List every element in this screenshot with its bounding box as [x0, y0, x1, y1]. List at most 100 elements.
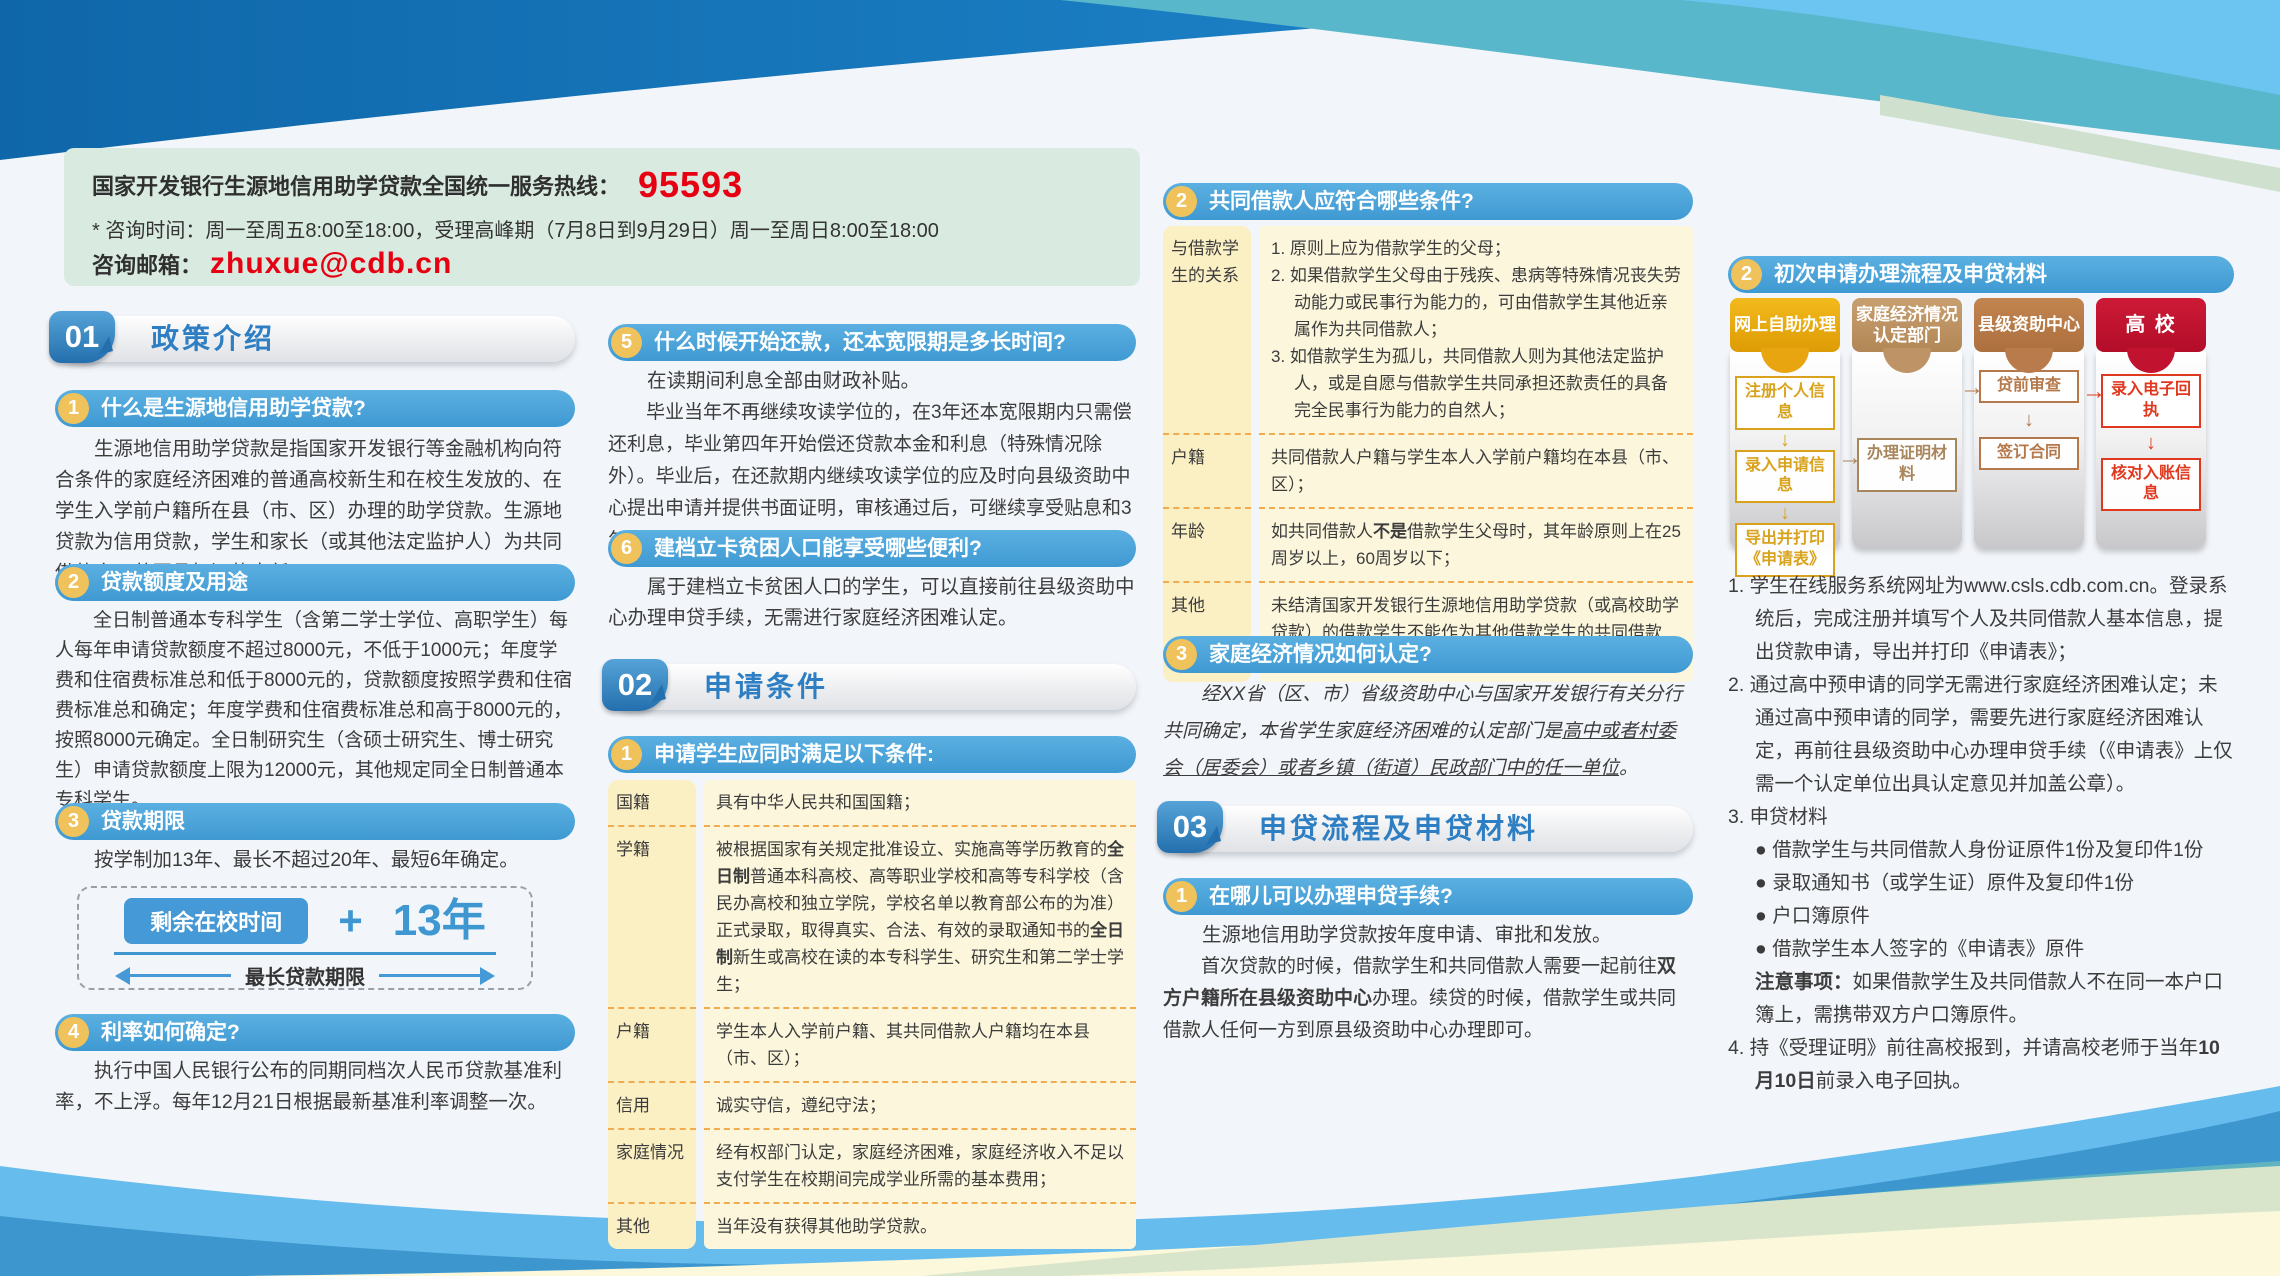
flow-track-family-dept: 家庭经济情况认定部门 办理证明材料	[1852, 298, 1962, 548]
question-header-what-is-loan: 1 什么是生源地信用助学贷款?	[55, 390, 575, 427]
section-title-policy: 政策介绍	[151, 316, 275, 362]
bullet-item: ● 录取通知书（或学生证）原件及复印件1份	[1728, 867, 2234, 900]
flow-step: 录入申请信息	[1735, 450, 1835, 504]
arrow-down-icon: ↓	[2146, 428, 2156, 458]
list-item-3-title: 3. 申贷材料	[1728, 801, 2234, 834]
table-row: 其他当年没有获得其他助学贷款。	[608, 1204, 1136, 1249]
question-title: 什么是生源地信用助学贷款?	[101, 397, 366, 420]
question-title: 初次申请办理流程及申贷材料	[1774, 263, 2047, 286]
row-label: 其他	[608, 1204, 696, 1249]
arrow-down-icon: ↓	[1780, 503, 1790, 523]
row-label: 国籍	[608, 780, 696, 827]
question-title: 贷款额度及用途	[101, 571, 248, 594]
number-circle: 6	[611, 533, 642, 564]
bullet-item: ● 户口簿原件	[1728, 900, 2234, 933]
number-circle: 4	[58, 1017, 89, 1048]
row-label: 家庭情况	[608, 1130, 696, 1204]
row-label: 年龄	[1163, 509, 1251, 583]
table-row: 家庭情况经有权部门认定，家庭经济困难，家庭经济收入不足以支付学生在校期间完成学业…	[608, 1130, 1136, 1204]
row-label: 信用	[608, 1083, 696, 1130]
hotline-hours: * 咨询时间：周一至周五8:00至18:00，受理高峰期（7月8日到9月29日）…	[92, 214, 1112, 243]
section-header-policy: 01 政策介绍	[55, 316, 575, 362]
flow-step: 办理证明材料	[1857, 438, 1957, 492]
bullet-item: ● 借款学生与共同借款人身份证原件1份及复印件1份	[1728, 834, 2234, 867]
row-value: 1. 原则上应为借款学生的父母； 2. 如果借款学生父母由于残疾、患病等特殊情况…	[1259, 226, 1693, 435]
axis-line	[130, 974, 231, 977]
question-header-loan-amount: 2 贷款额度及用途	[55, 564, 575, 601]
section-title-process: 申贷流程及申贷材料	[1259, 806, 1538, 852]
arrow-left-icon	[106, 967, 130, 985]
application-materials-list: 1. 学生在线服务系统网址为www.csls.cdb.com.cn。登录系统后，…	[1728, 570, 2234, 1098]
arrow-right-icon: →	[2082, 382, 2106, 402]
remaining-school-time-chip: 剩余在校时间	[124, 898, 308, 944]
number-circle: 2	[58, 567, 89, 598]
flow-step: 导出并打印《申请表》	[1735, 523, 1835, 577]
flow-track-header: 县级资助中心	[1974, 298, 2084, 352]
max-term-label: 最长贷款期限	[245, 961, 365, 990]
list-item: 1. 原则上应为借款学生的父母；	[1271, 235, 1681, 262]
question-header-student-conditions: 1 申请学生应同时满足以下条件:	[608, 736, 1136, 773]
paragraph-interest-subsidy: 在读期间利息全部由财政补贴。	[608, 366, 1136, 397]
flow-step: 注册个人信息	[1735, 376, 1835, 430]
row-label: 户籍	[608, 1009, 696, 1083]
section-badge-03: 03	[1157, 801, 1223, 853]
number-circle: 5	[611, 327, 642, 358]
email-label: 咨询邮箱：	[92, 248, 202, 280]
question-header-poverty-card: 6 建档立卡贫困人口能享受哪些便利?	[608, 530, 1136, 567]
row-label: 户籍	[1163, 435, 1251, 509]
thirteen-years-value: 13年	[393, 899, 486, 943]
question-title: 什么时候开始还款，还本宽限期是多长时间?	[654, 331, 1066, 354]
question-header-loan-term: 3 贷款期限	[55, 803, 575, 840]
question-title: 贷款期限	[101, 810, 185, 833]
coborrower-conditions-table: 与借款学生的关系 1. 原则上应为借款学生的父母； 2. 如果借款学生父母由于残…	[1163, 226, 1693, 682]
number-circle: 2	[1731, 259, 1762, 290]
table-row: 学籍被根据国家有关规定批准设立、实施高等学历教育的全日制普通本科高校、高等职业学…	[608, 827, 1136, 1009]
section-badge-02: 02	[602, 659, 668, 711]
contact-info-box: 国家开发银行生源地信用助学贷款全国统一服务热线： 95593 * 咨询时间：周一…	[64, 148, 1140, 286]
paragraph-interest-rate: 执行中国人民银行公布的同期同档次人民币贷款基准利率，不上浮。每年12月21日根据…	[55, 1056, 575, 1118]
question-title: 利率如何确定?	[101, 1021, 240, 1044]
question-title: 建档立卡贫困人口能享受哪些便利?	[654, 537, 982, 560]
list-item-2: 2. 通过高中预申请的同学无需进行家庭经济困难认定；未通过高中预申请的同学，需要…	[1728, 669, 2234, 801]
number-circle: 2	[1166, 186, 1197, 217]
flow-track-header: 家庭经济情况认定部门	[1852, 298, 1962, 352]
arrow-right-icon	[480, 967, 504, 985]
list-item-4: 4. 持《受理证明》前往高校报到，并请高校老师于当年10月10日前录入电子回执。	[1728, 1032, 2234, 1098]
question-title: 家庭经济情况如何认定?	[1209, 643, 1432, 666]
question-title: 申请学生应同时满足以下条件:	[654, 743, 934, 766]
paragraph-family-assessment: 经XX省（区、市）省级资助中心与国家开发银行有关分行共同确定，本省学生家庭经济困…	[1163, 676, 1693, 787]
flow-step: 签订合同	[1979, 437, 2079, 470]
table-row: 信用诚实守信，遵纪守法；	[608, 1083, 1136, 1130]
arrow-down-icon: ↓	[2024, 403, 2034, 437]
axis-line	[379, 974, 480, 977]
paragraph-annual-application: 生源地信用助学贷款按年度申请、审批和发放。	[1163, 920, 1693, 951]
arrow-right-icon: →	[1960, 378, 1984, 398]
number-circle: 3	[1166, 639, 1197, 670]
plus-sign: +	[338, 900, 363, 942]
question-header-first-application-flow: 2 初次申请办理流程及申贷材料	[1728, 256, 2234, 293]
note-text: 注意事项：如果借款学生及共同借款人不在同一本户口簿上，需携带双方户口簿原件。	[1728, 966, 2234, 1032]
number-circle: 1	[58, 393, 89, 424]
max-term-axis: 最长贷款期限	[106, 961, 505, 990]
question-header-repayment-start: 5 什么时候开始还款，还本宽限期是多长时间?	[608, 324, 1136, 361]
question-title: 共同借款人应符合哪些条件?	[1209, 190, 1474, 213]
table-row: 户籍共同借款人户籍与学生本人入学前户籍均在本县（市、区）；	[1163, 435, 1693, 509]
paragraph-poverty-card: 属于建档立卡贫困人口的学生，可以直接前往县级资助中心办理申贷手续，无需进行家庭经…	[608, 572, 1136, 634]
question-header-family-assessment: 3 家庭经济情况如何认定?	[1163, 636, 1693, 673]
table-row: 户籍学生本人入学前户籍、其共同借款人户籍均在本县（市、区）；	[608, 1009, 1136, 1083]
paragraph-first-loan: 首次贷款的时候，借款学生和共同借款人需要一起前往双方户籍所在县级资助中心办理。续…	[1163, 951, 1693, 1047]
list-item: 3. 如借款学生为孤儿，共同借款人则为其他法定监护人，或是自愿与借款学生共同承担…	[1271, 343, 1681, 424]
number-circle: 3	[58, 806, 89, 837]
bullet-item: ● 借款学生本人签字的《申请表》原件	[1728, 933, 2234, 966]
row-value: 共同借款人户籍与学生本人入学前户籍均在本县（市、区）；	[1259, 435, 1693, 509]
section-header-conditions: 02 申请条件	[608, 664, 1136, 710]
row-label: 与借款学生的关系	[1163, 226, 1251, 435]
flow-track-header: 高 校	[2096, 298, 2206, 352]
row-value: 如共同借款人不是借款学生父母时，其年龄原则上在25周岁以上，60周岁以下；	[1259, 509, 1693, 583]
flow-step: 核对入账信息	[2101, 458, 2201, 512]
arrow-down-icon: ↓	[1780, 430, 1790, 450]
question-header-interest-rate: 4 利率如何确定?	[55, 1014, 575, 1051]
number-circle: 1	[1166, 881, 1197, 912]
question-header-where-to-apply: 1 在哪儿可以办理申贷手续?	[1163, 878, 1693, 915]
row-label: 学籍	[608, 827, 696, 1009]
